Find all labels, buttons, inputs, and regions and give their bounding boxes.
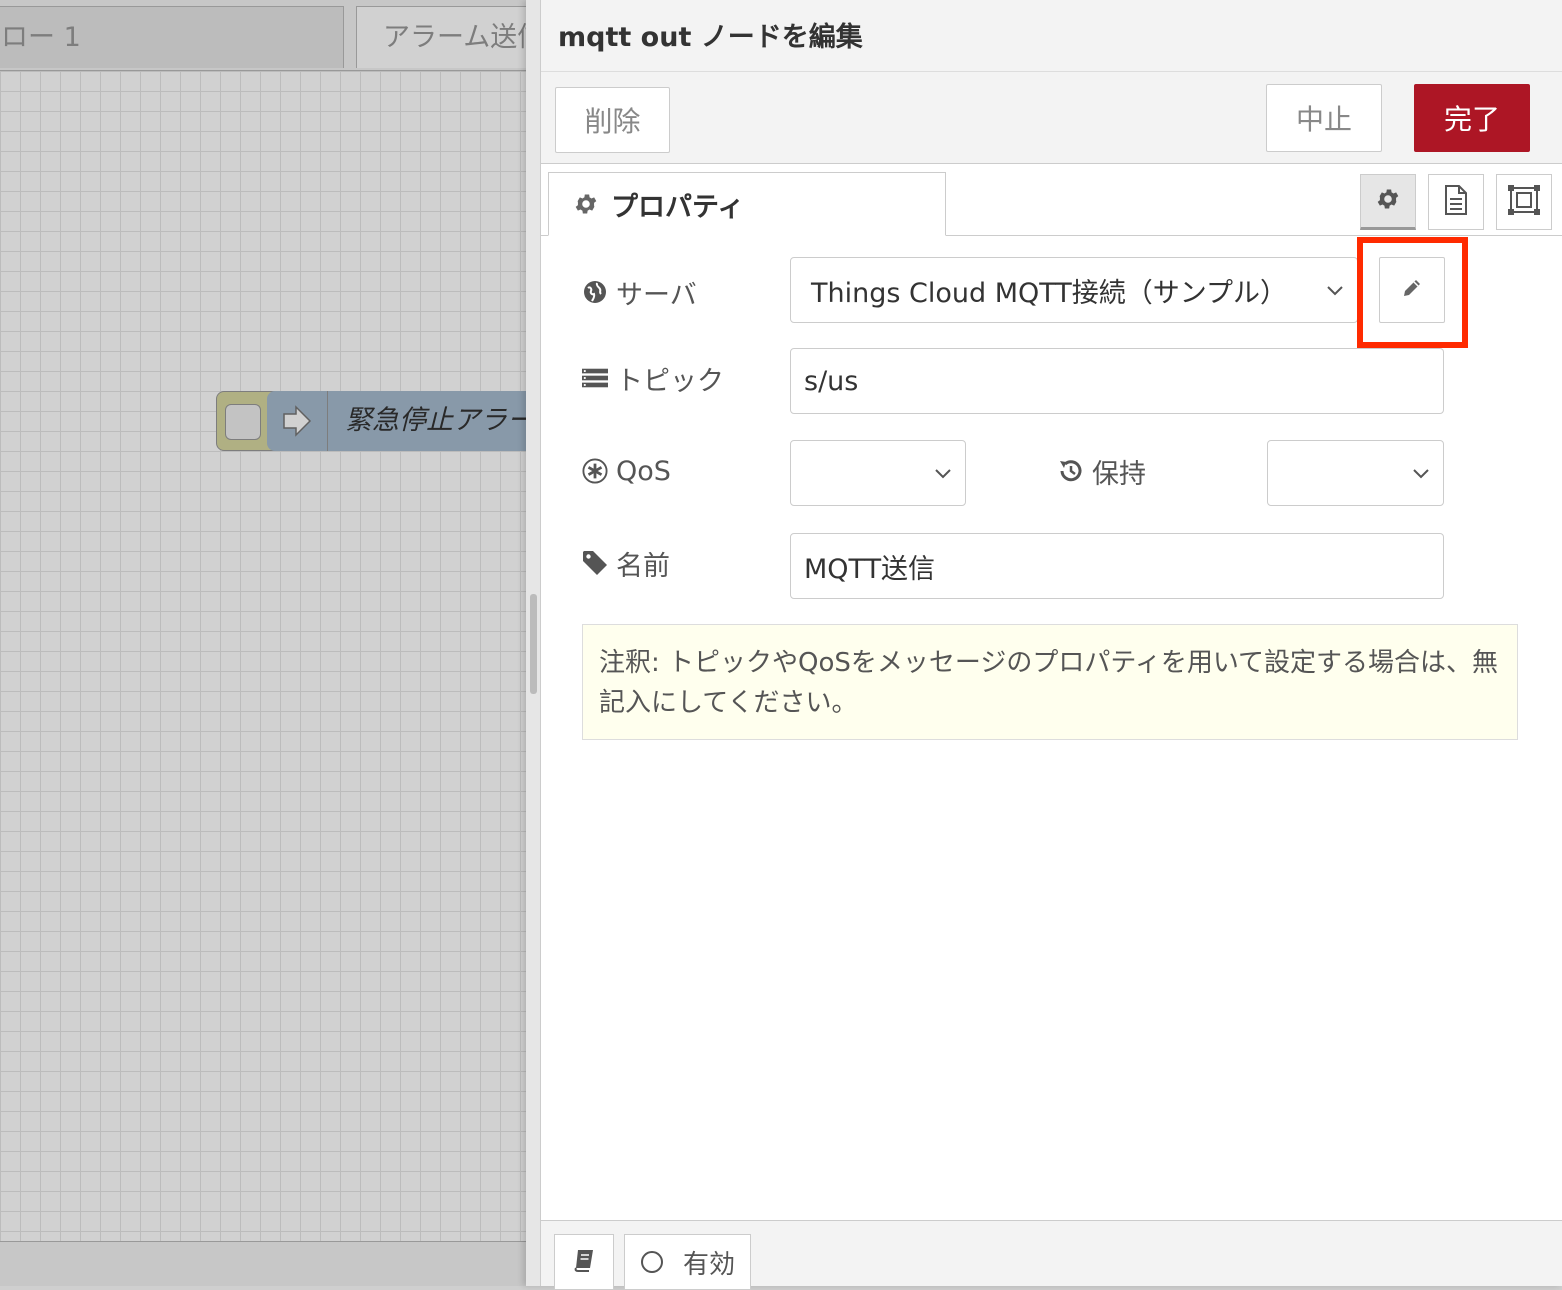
enabled-label: 有効 — [683, 1249, 736, 1280]
server-label: サーバ — [582, 272, 697, 312]
history-icon — [1058, 458, 1084, 484]
qos-select[interactable] — [790, 440, 966, 506]
name-input[interactable]: MQTT送信 — [790, 533, 1444, 599]
enabled-toggle[interactable]: 有効 — [624, 1234, 751, 1290]
tray-tab-bar: プロパティ — [541, 164, 1562, 236]
globe-icon — [582, 280, 608, 304]
chevron-down-icon — [1325, 278, 1345, 309]
tray-header: mqtt out ノードを編集 削除 中止 完了 — [541, 0, 1562, 164]
topic-label-text: トピック — [616, 365, 724, 397]
delete-button[interactable]: 削除 — [555, 87, 670, 153]
edit-tray: mqtt out ノードを編集 削除 中止 完了 プロパティ サーバ Thing… — [526, 0, 1562, 1290]
tab-properties-label: プロパティ — [611, 191, 745, 223]
tab-settings-icon-button[interactable] — [1360, 174, 1416, 230]
document-icon — [1444, 185, 1468, 219]
topic-label: トピック — [582, 358, 724, 398]
tab-description-icon-button[interactable] — [1428, 174, 1484, 230]
qos-label: QoS — [582, 451, 671, 491]
splitter-handle[interactable] — [530, 594, 537, 694]
cancel-button[interactable]: 中止 — [1266, 84, 1382, 152]
tab-appearance-icon-button[interactable] — [1496, 174, 1552, 230]
tray-resize-splitter[interactable] — [526, 0, 541, 1286]
chevron-down-icon — [1411, 461, 1431, 492]
chevron-down-icon — [933, 461, 953, 492]
server-label-text: サーバ — [616, 279, 697, 311]
name-label-text: 名前 — [616, 550, 670, 582]
note-text: 注釈: トピックやQoSをメッセージのプロパティを用いて設定する場合は、無記入に… — [582, 624, 1518, 740]
toggle-circle-icon — [641, 1251, 663, 1273]
tab-properties[interactable]: プロパティ — [548, 172, 946, 236]
book-icon — [572, 1248, 596, 1276]
retain-label-text: 保持 — [1092, 458, 1146, 490]
qos-label-text: QoS — [616, 455, 671, 487]
pencil-icon — [1401, 277, 1423, 303]
server-select[interactable]: Things Cloud MQTT接続（サンプル） — [790, 257, 1358, 323]
gear-icon — [573, 191, 599, 217]
name-input-value: MQTT送信 — [804, 553, 936, 585]
tag-icon — [582, 550, 608, 576]
server-select-value: Things Cloud MQTT接続（サンプル） — [811, 277, 1287, 309]
tray-title: mqtt out ノードを編集 — [558, 22, 863, 53]
frame-icon — [1508, 185, 1540, 219]
retain-label: 保持 — [1058, 451, 1146, 491]
divider — [541, 71, 1562, 72]
topic-input[interactable]: s/us — [790, 348, 1444, 414]
node-help-button[interactable] — [554, 1234, 614, 1290]
topic-input-value: s/us — [804, 365, 859, 397]
list-icon — [582, 367, 608, 389]
name-label: 名前 — [582, 543, 670, 583]
retain-select[interactable] — [1267, 440, 1444, 506]
workspace-dim-overlay — [0, 0, 526, 1286]
asterisk-icon — [582, 457, 608, 485]
workspace: ロー 1 アラーム送信 緊急停止アラート — [0, 0, 526, 1286]
done-button[interactable]: 完了 — [1414, 84, 1530, 152]
edit-server-button[interactable] — [1379, 257, 1445, 323]
tray-footer: 有効 — [541, 1220, 1562, 1290]
gear-icon — [1375, 186, 1401, 216]
